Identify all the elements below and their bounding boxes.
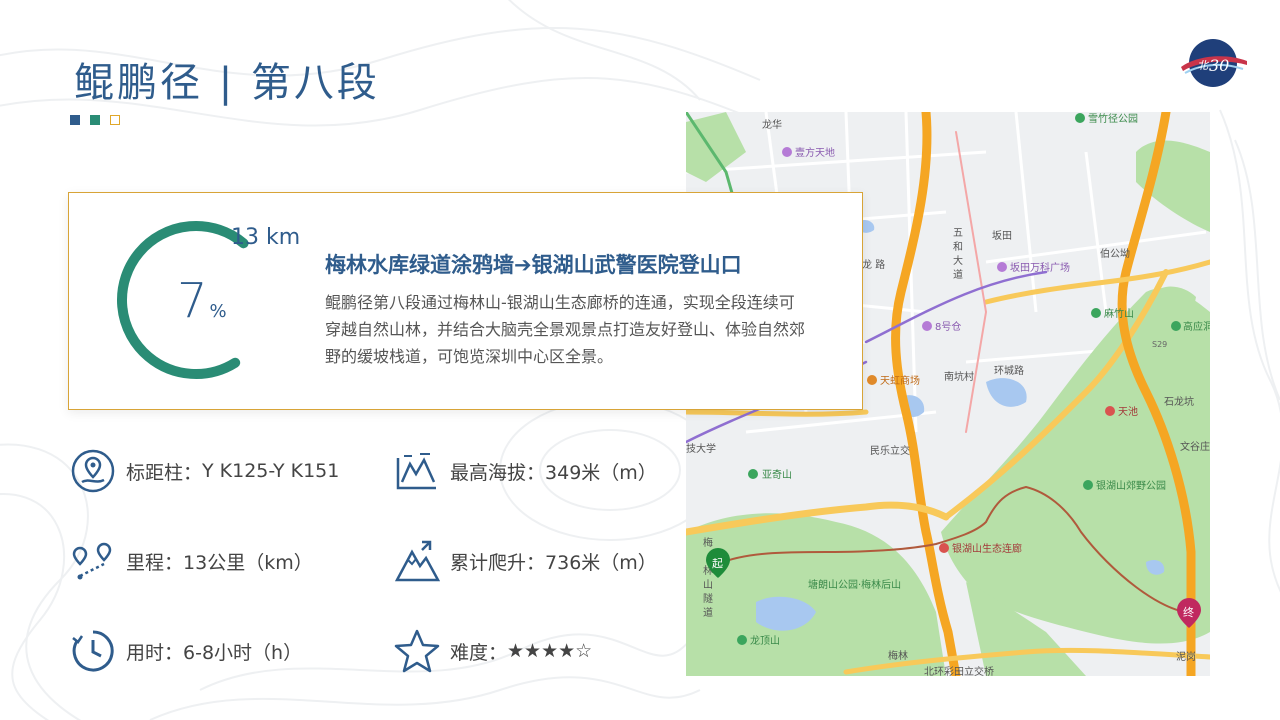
start-pin-label: 起 [712, 557, 723, 570]
clock-icon [72, 630, 114, 672]
map-label-shilongkeng: 石龙坑 [1164, 395, 1194, 408]
map-label-wuhe-4: 道 [953, 268, 963, 281]
map-label-wenguzhuang: 文谷庄 [1180, 440, 1210, 453]
map-label-yaqishan: 亚奇山 [762, 468, 792, 481]
map-label-minle: 民乐立交 [870, 444, 910, 457]
map-label-longhua: 龙华 [762, 118, 782, 131]
map-label-nankengcun: 南坑村 [944, 370, 974, 383]
stat-marker: 标距柱： Y K125-Y K151 [70, 448, 339, 494]
stat-time: 用时： 6-8小时（h） [70, 628, 302, 674]
star-icon [394, 629, 440, 673]
map-label-tunnel-4: 隧 [703, 592, 713, 605]
progress-percent-value: 7 [177, 273, 208, 329]
stat-altitude: 最高海拔： 349米（m） [394, 448, 657, 494]
stat-difficulty-value: ★★★★☆ [507, 640, 593, 662]
stat-distance-label: 里程： [126, 551, 184, 574]
stat-time-value: 6-8小时（h） [183, 641, 303, 664]
stat-distance-value: 13公里（km） [183, 551, 313, 574]
stat-difficulty: 难度： ★★★★☆ [394, 628, 592, 674]
progress-percent-unit: % [209, 301, 227, 322]
stat-climb-label: 累计爬升： [450, 551, 546, 574]
map-label-wuhe-3: 大 [953, 254, 963, 267]
map-label-tianchi: 天池 [1118, 405, 1138, 418]
decor-square-outline [110, 115, 120, 125]
progress-percent: 7% [177, 273, 227, 329]
anniversary-logo: 北 30 [1181, 39, 1247, 87]
map-label-gaoyingshan: 高应洞 [1183, 320, 1210, 333]
title-decoration [70, 115, 120, 125]
route-description: 鲲鹏径第八段通过梅林山-银湖山生态廊桥的连通，实现全段连续可穿越自然山林，并结合… [325, 293, 806, 366]
map-label-yinhu-bridge: 银湖山生态连廊 [952, 542, 1022, 555]
stat-time-label: 用时： [126, 641, 184, 664]
map-label-wuhe-1: 五 [953, 228, 963, 239]
stat-marker-value: Y K125-Y K151 [202, 460, 340, 482]
mountain-climb-icon [394, 540, 440, 582]
route-summary-card: 7% 13 km 梅林水库绿道涂鸦墙➔银湖山武警医院登山口 鲲鹏径第八段通过梅林… [68, 192, 863, 410]
map-label-xuezhuyuan: 雪竹径公园 [1088, 112, 1138, 125]
map-label-bantian: 坂田 [992, 230, 1012, 242]
map-label-yinhu-park: 银湖山郊野公园 [1096, 479, 1166, 492]
decor-square-blue [70, 115, 80, 125]
map-label-longlu: 龙 路 [862, 258, 885, 271]
stat-difficulty-label: 难度： [450, 641, 508, 664]
map-label-s29: S29 [1152, 340, 1167, 349]
map-label-niganglu: 泥岗 [1176, 650, 1196, 663]
map-label-huanchenglu: 环城路 [994, 364, 1024, 377]
map-label-beihuan: 北环彩田立交桥 [924, 665, 994, 676]
route-title: 梅林水库绿道涂鸦墙➔银湖山武警医院登山口 [325, 253, 742, 277]
map-label-tanglang: 塘朗山公园·梅林后山 [808, 578, 901, 591]
map-pin-icon [71, 449, 115, 493]
map-label-tunnel-3: 山 [703, 579, 713, 591]
stat-marker-label: 标距柱： [126, 461, 203, 484]
svg-text:30: 30 [1209, 56, 1229, 75]
map-label-tianhong: 天虹商场 [880, 374, 920, 387]
stat-altitude-label: 最高海拔： [450, 461, 546, 484]
map-label-tunnel-5: 道 [703, 606, 713, 619]
map-label-wuhe-2: 和 [953, 241, 963, 253]
map-label-mazhushan: 麻竹山 [1104, 307, 1134, 320]
mountain-chart-icon [396, 453, 436, 490]
page-title: 鲲鹏径 | 第八段 [74, 60, 380, 106]
map-label-meilin: 梅林 [888, 649, 908, 662]
decor-square-green [90, 115, 100, 125]
stat-climb-value: 736米（m） [545, 551, 657, 574]
map-label-bogongao: 伯公坳 [1100, 247, 1130, 260]
map-label-yifang: 壹方天地 [795, 146, 835, 159]
map-label-bantian-wanke: 坂田万科广场 [1010, 261, 1070, 274]
stat-altitude-value: 349米（m） [545, 461, 657, 484]
stat-distance: 里程： 13公里（km） [70, 538, 313, 584]
route-icon [72, 542, 112, 580]
end-pin-label: 终 [1183, 605, 1194, 619]
distance-total: 13 km [231, 225, 301, 250]
map-label-tunnel-1: 梅 [703, 536, 713, 549]
map-label-bahao: 8号仓 [935, 320, 961, 333]
map-label-lingshan: 龙顶山 [750, 634, 780, 647]
stat-climb: 累计爬升： 736米（m） [394, 538, 657, 584]
map-label-daxue: 技大学 [686, 442, 716, 455]
